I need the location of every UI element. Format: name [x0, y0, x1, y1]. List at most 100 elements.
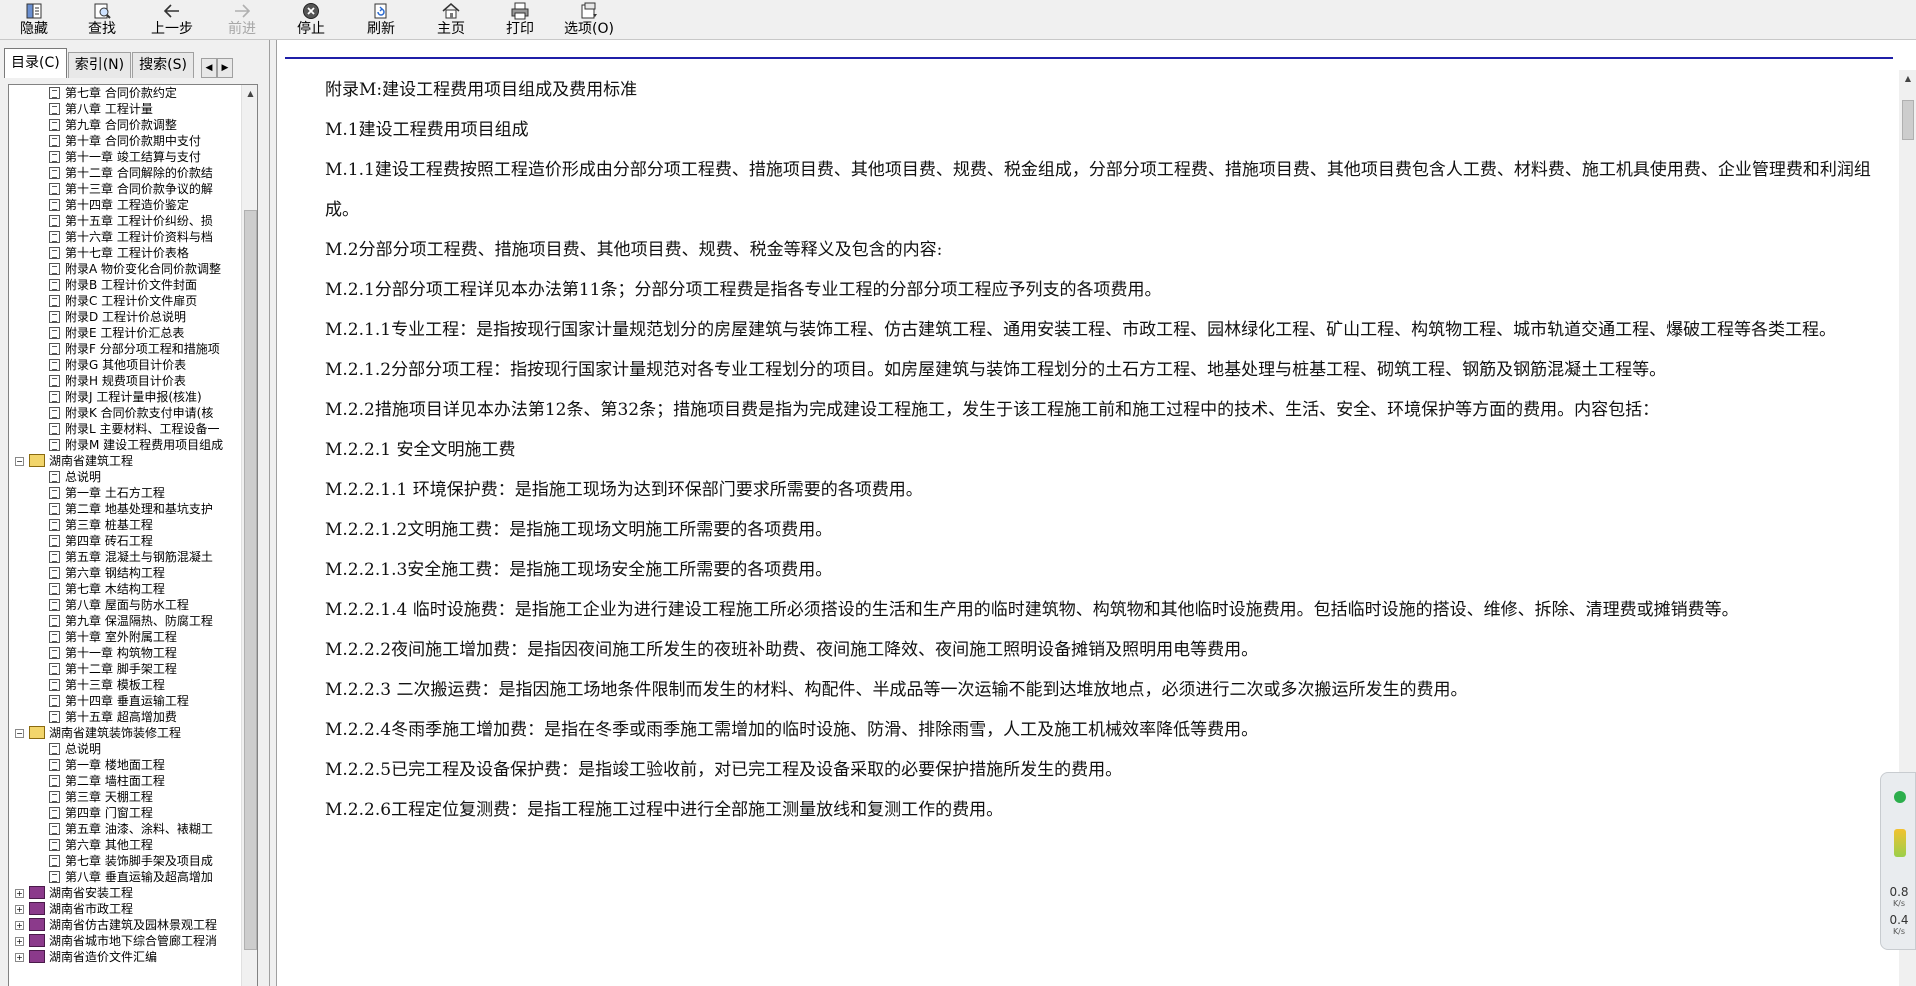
tree-item[interactable]: 附录J 工程计量申报(核准) [9, 389, 241, 405]
document-paragraph: M.1.1建设工程费按照工程造价形成由分部分项工程费、措施项目费、其他项目费、规… [325, 160, 1871, 220]
expand-icon[interactable]: + [15, 937, 24, 946]
tree-item[interactable]: 第五章 油漆、涂料、裱糊工 [9, 821, 241, 837]
collapse-icon[interactable]: − [15, 457, 24, 466]
tree-item[interactable]: + 湖南省城市地下综合管廊工程消 [9, 933, 241, 949]
expand-icon[interactable]: + [15, 921, 24, 930]
tree-item[interactable]: 第十章 室外附属工程 [9, 629, 241, 645]
tree-item[interactable]: 第六章 钢结构工程 [9, 565, 241, 581]
tree-item[interactable]: + 湖南省造价文件汇编 [9, 949, 241, 965]
back-button[interactable]: 上一步 [136, 0, 208, 40]
tree-item[interactable]: 第九章 保温隔热、防腐工程 [9, 613, 241, 629]
tree-item[interactable]: 第十二章 脚手架工程 [9, 661, 241, 677]
tab-scroll-left-icon[interactable]: ◀ [200, 58, 217, 78]
find-icon [94, 3, 111, 19]
hide-button[interactable]: 隐藏 [0, 0, 68, 40]
tree-item[interactable]: 附录B 工程计价文件封面 [9, 277, 241, 293]
tree-item[interactable]: 第一章 土石方工程 [9, 485, 241, 501]
tab-search[interactable]: 搜索(S) [132, 52, 194, 78]
collapse-icon[interactable]: − [15, 729, 24, 738]
tree-scroll-thumb[interactable] [244, 210, 257, 950]
forward-button[interactable]: 前进 [208, 0, 276, 40]
tree-item[interactable]: 附录F 分部分项工程和措施项 [9, 341, 241, 357]
tree-item[interactable]: 第十二章 合同解除的价款结 [9, 165, 241, 181]
refresh-button[interactable]: 刷新 [346, 0, 416, 40]
tree-item[interactable]: 第四章 砖石工程 [9, 533, 241, 549]
tree-item[interactable]: 第八章 工程计量 [9, 101, 241, 117]
tree-item[interactable]: 第七章 装饰脚手架及项目成 [9, 853, 241, 869]
tree-item[interactable]: 附录H 规费项目计价表 [9, 373, 241, 389]
tree-item[interactable]: 附录C 工程计价文件扉页 [9, 293, 241, 309]
home-button[interactable]: 主页 [416, 0, 486, 40]
tree-item[interactable]: 第四章 门窗工程 [9, 805, 241, 821]
tree-item[interactable]: 第八章 垂直运输及超高增加 [9, 869, 241, 885]
tree-item[interactable]: 第十一章 竣工结算与支付 [9, 149, 241, 165]
page-icon [49, 183, 60, 195]
scroll-up-icon[interactable]: ▲ [242, 85, 257, 102]
tab-scroll-right-icon[interactable]: ▶ [216, 58, 233, 78]
options-button[interactable]: 选项(O) [554, 0, 624, 40]
tree-item[interactable]: 第十五章 工程计价纠纷、损 [9, 213, 241, 229]
expand-icon[interactable]: + [15, 953, 24, 962]
tree-item[interactable]: 附录G 其他项目计价表 [9, 357, 241, 373]
tree-item-label: 附录G 其他项目计价表 [65, 358, 187, 372]
tree-item-label: 湖南省市政工程 [49, 902, 134, 916]
tree-item[interactable]: 附录K 合同价款支付申请(核 [9, 405, 241, 421]
tree-item-label: 第二章 墙柱面工程 [65, 774, 165, 788]
tree-item[interactable]: 第一章 楼地面工程 [9, 757, 241, 773]
page-icon [49, 503, 60, 515]
tree-item[interactable]: 第七章 合同价款约定 [9, 85, 241, 101]
tree-item[interactable]: 第六章 其他工程 [9, 837, 241, 853]
tree-item[interactable]: 附录A 物价变化合同价款调整 [9, 261, 241, 277]
tree-vertical-scrollbar[interactable]: ▲ ▼ [241, 85, 257, 986]
tree-item[interactable]: 第二章 墙柱面工程 [9, 773, 241, 789]
find-button[interactable]: 查找 [68, 0, 136, 40]
tree-item[interactable]: 第五章 混凝土与钢筋混凝土 [9, 549, 241, 565]
document-paragraph: M.2.2.5已完工程及设备保护费：是指竣工验收前，对已完工程及设备采取的必要保… [325, 760, 1123, 780]
tree-item[interactable]: 第七章 木结构工程 [9, 581, 241, 597]
tab-index[interactable]: 索引(N) [67, 52, 132, 78]
tree-item[interactable]: 第三章 天棚工程 [9, 789, 241, 805]
print-button[interactable]: 打印 [486, 0, 554, 40]
tree-item[interactable]: 第十一章 构筑物工程 [9, 645, 241, 661]
tree-item[interactable]: 第十章 合同价款期中支付 [9, 133, 241, 149]
tree-item[interactable]: 附录M 建设工程费用项目组成 [9, 437, 241, 453]
tree-item[interactable]: 第十四章 工程造价鉴定 [9, 197, 241, 213]
tab-contents[interactable]: 目录(C) [4, 48, 67, 78]
tree-item[interactable]: 第九章 合同价款调整 [9, 117, 241, 133]
tree-item[interactable]: 第十三章 模板工程 [9, 677, 241, 693]
tree-item[interactable]: 第三章 桩基工程 [9, 517, 241, 533]
tree-item[interactable]: 第十七章 工程计价表格 [9, 245, 241, 261]
tree-item[interactable]: + 湖南省市政工程 [9, 901, 241, 917]
tree-item[interactable]: 附录E 工程计价汇总表 [9, 325, 241, 341]
tree-item[interactable]: 第十四章 垂直运输工程 [9, 693, 241, 709]
stop-button[interactable]: 停止 [276, 0, 346, 40]
tree-item[interactable]: 第十五章 超高增加费 [9, 709, 241, 725]
tree-item-label: 第五章 混凝土与钢筋混凝土 [65, 550, 213, 564]
open-book-icon [29, 454, 45, 467]
tree-item[interactable]: − 湖南省建筑工程 [9, 453, 241, 469]
tree-item-label: 湖南省建筑装饰装修工程 [49, 726, 182, 740]
tree-item[interactable]: 第八章 屋面与防水工程 [9, 597, 241, 613]
document-paragraph: M.2.2.1.1 环境保护费：是指施工现场为达到环保部门要求所需要的各项费用。 [325, 480, 923, 500]
tree-item[interactable]: 第十六章 工程计价资料与档 [9, 229, 241, 245]
tree-item-label: 第三章 桩基工程 [65, 518, 153, 532]
tree-item[interactable]: 总说明 [9, 741, 241, 757]
expand-icon[interactable]: + [15, 905, 24, 914]
tree-item[interactable]: 附录D 工程计价总说明 [9, 309, 241, 325]
page-icon [49, 567, 60, 579]
network-speed-widget[interactable]: 0.8 K/s 0.4 K/s [1880, 772, 1916, 950]
content-scroll-up-icon[interactable]: ▲ [1899, 70, 1916, 88]
document-paragraph: M.2.2.4冬雨季施工增加费：是指在冬季或雨季施工需增加的临时设施、防滑、排除… [325, 720, 1259, 740]
tree-item-label: 第十一章 构筑物工程 [65, 646, 177, 660]
expand-icon[interactable]: + [15, 889, 24, 898]
tree-item[interactable]: 附录L 主要材料、工程设备一 [9, 421, 241, 437]
page-icon [49, 375, 60, 387]
tree-item[interactable]: 总说明 [9, 469, 241, 485]
tree-item[interactable]: + 湖南省仿古建筑及园林景观工程 [9, 917, 241, 933]
tree-item[interactable]: − 湖南省建筑装饰装修工程 [9, 725, 241, 741]
tree-item[interactable]: + 湖南省安装工程 [9, 885, 241, 901]
tree-item[interactable]: 第十三章 合同价款争议的解 [9, 181, 241, 197]
content-scroll-thumb[interactable] [1902, 100, 1914, 140]
tree-item[interactable]: 第二章 地基处理和基坑支护 [9, 501, 241, 517]
tree-item-label: 附录M 建设工程费用项目组成 [65, 438, 224, 452]
